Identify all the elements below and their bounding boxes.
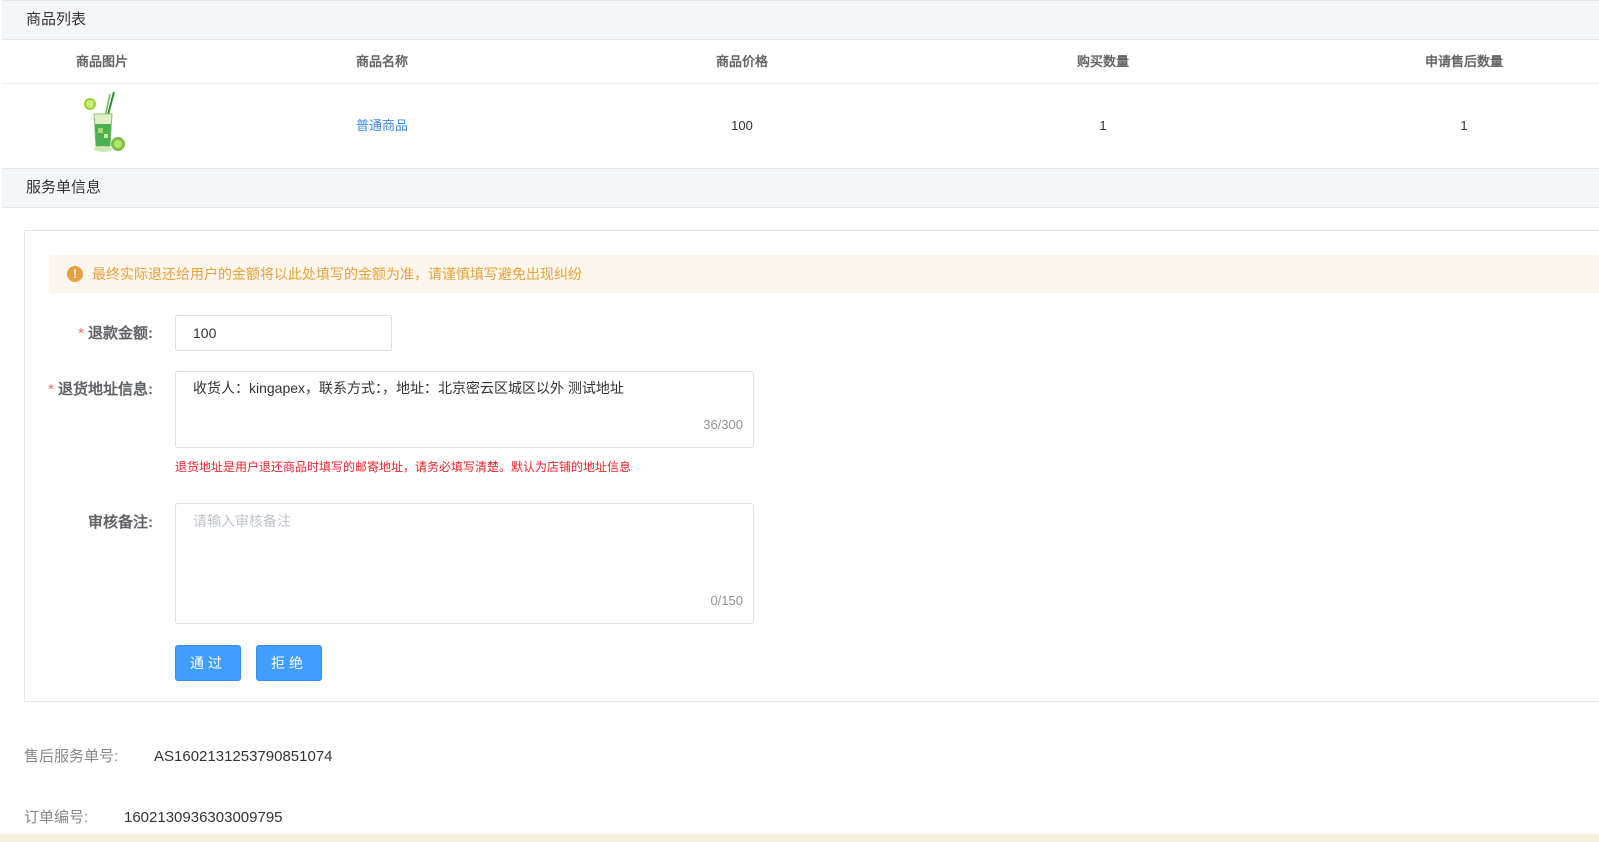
approve-button[interactable]: 通过 <box>175 645 241 681</box>
col-name: 商品名称 <box>355 54 408 69</box>
address-char-counter: 36/300 <box>703 417 743 432</box>
goods-table-header: 商品图片 商品名称 商品价格 购买数量 申请售后数量 <box>2 40 1599 84</box>
order-number-row: 订单编号: 1602130936303009795 <box>24 806 283 827</box>
return-address-label: * 退货地址信息: <box>48 381 153 398</box>
review-remark-textarea[interactable]: 请输入审核备注 0/150 <box>175 503 754 624</box>
col-price: 商品价格 <box>715 54 768 69</box>
col-image: 商品图片 <box>75 54 128 69</box>
order-number-value: 1602130936303009795 <box>124 809 283 826</box>
return-address-text: 收货人：kingapex，联系方式：，地址：北京密云区城区以外 测试地址 <box>193 380 624 396</box>
warning-alert: ! 最终实际退还给用户的金额将以此处填写的金额为准，请谨慎填写避免出现纠纷 <box>49 255 1599 293</box>
service-number-label: 售后服务单号: <box>24 748 119 765</box>
product-image <box>84 92 125 152</box>
col-aftersale-quantity: 申请售后数量 <box>1424 54 1503 69</box>
remark-char-counter: 0/150 <box>710 593 743 608</box>
reject-button[interactable]: 拒绝 <box>256 645 322 681</box>
goods-list-header: 商品列表 <box>2 0 1599 40</box>
service-info-header: 服务单信息 <box>2 168 1599 208</box>
warning-icon: ! <box>67 266 83 282</box>
refund-amount-label: * 退款金额: <box>78 325 153 342</box>
return-address-hint: 退货地址是用户退还商品时填写的邮寄地址，请务必填写清楚。默认为店铺的地址信息 <box>175 460 632 474</box>
service-number-row: 售后服务单号: AS1602131253790851074 <box>24 745 333 766</box>
review-remark-label: 审核备注: <box>88 514 153 531</box>
service-number-value: AS1602131253790851074 <box>154 748 333 765</box>
col-quantity: 购买数量 <box>1076 54 1129 69</box>
service-form: ! 最终实际退还给用户的金额将以此处填写的金额为准，请谨慎填写避免出现纠纷 * 退… <box>24 230 1599 702</box>
review-remark-placeholder: 请输入审核备注 <box>193 513 291 529</box>
alert-text: 最终实际退还给用户的金额将以此处填写的金额为准，请谨慎填写避免出现纠纷 <box>92 266 582 282</box>
table-row: 普通商品 100 1 1 <box>2 84 1599 168</box>
goods-table: 商品图片 商品名称 商品价格 购买数量 申请售后数量 普通商品 100 1 1 <box>2 40 1599 168</box>
refund-amount-input[interactable]: 100 <box>175 315 392 351</box>
product-name-link[interactable]: 普通商品 <box>282 84 482 168</box>
required-mark: * <box>48 381 54 398</box>
purchase-quantity: 1 <box>1099 118 1107 133</box>
aftersale-quantity: 1 <box>1460 118 1468 133</box>
order-number-label: 订单编号: <box>24 809 89 826</box>
bottom-bar <box>0 834 1599 842</box>
aftersale-detail-page: 商品列表 商品图片 商品名称 商品价格 购买数量 申请售后数量 普通商品 100… <box>0 0 1599 842</box>
product-price: 100 <box>731 118 753 133</box>
return-address-textarea[interactable]: 收货人：kingapex，联系方式：，地址：北京密云区城区以外 测试地址 36/… <box>175 371 754 448</box>
required-mark: * <box>78 325 84 342</box>
